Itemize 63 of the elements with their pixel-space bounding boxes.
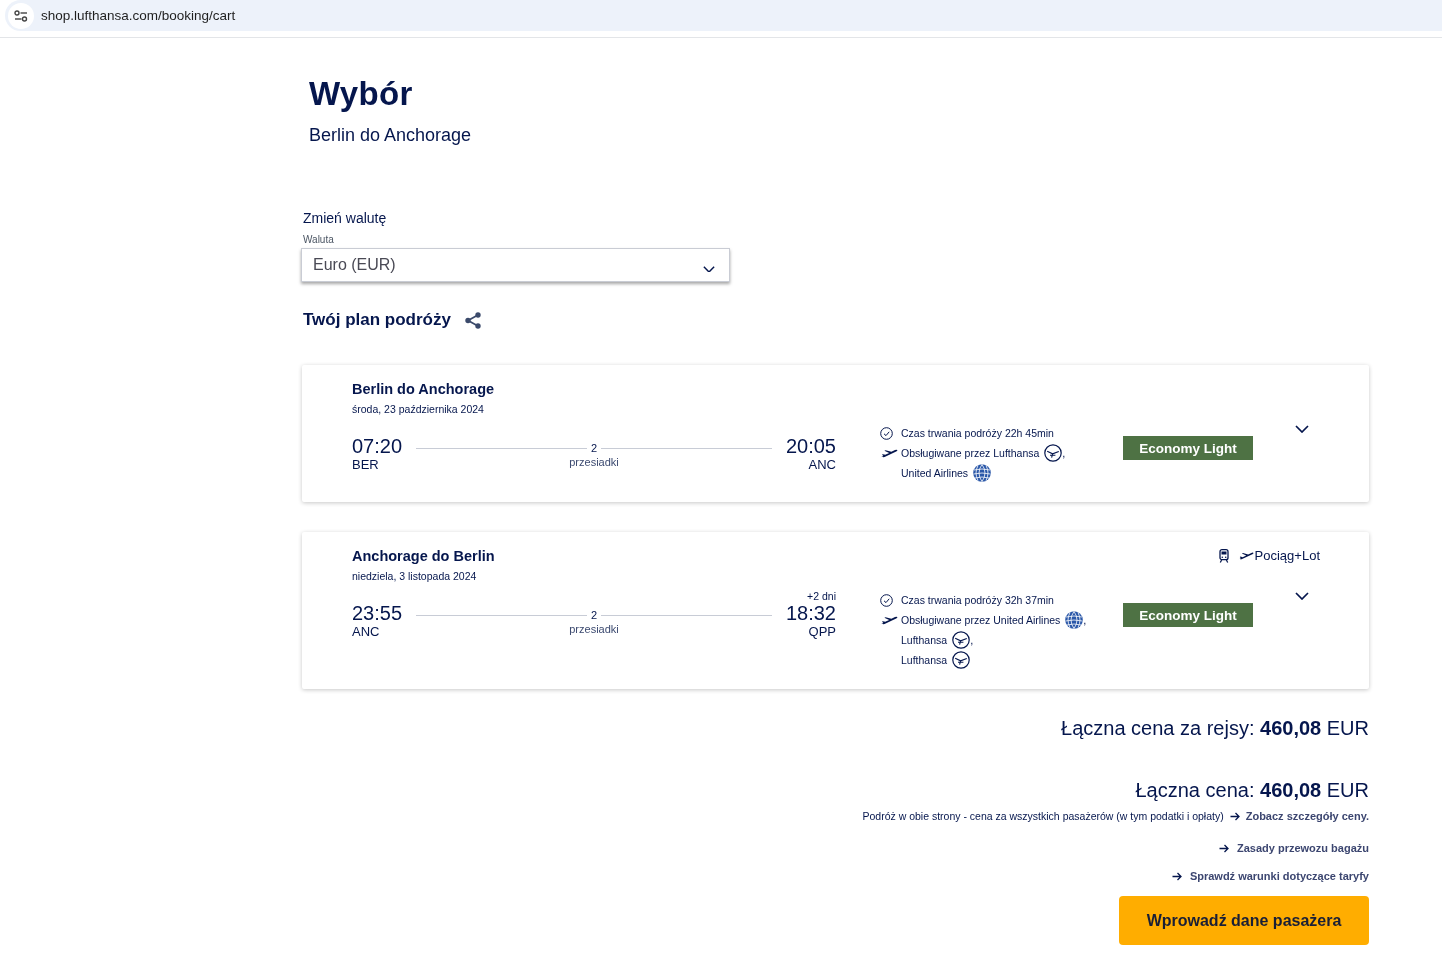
arrow-right-icon: [1218, 843, 1229, 853]
address-bar[interactable]: shop.lufthansa.com/booking/cart: [5, 0, 1442, 31]
route-subtitle: Berlin do Anchorage: [309, 124, 472, 146]
chevron-down-icon[interactable]: [1295, 592, 1309, 600]
train-icon: [1218, 549, 1229, 563]
currency-heading: Zmień walutę: [302, 210, 387, 226]
total-price-text: Łączna cena: 460,08 EUR: [1135, 778, 1369, 802]
chevron-down-icon: [703, 265, 715, 273]
duration-text: Czas trwania podróży 22h 45min: [901, 426, 1054, 440]
share-icon[interactable]: [464, 311, 481, 329]
price-details-link[interactable]: Zobacz szczegóły ceny.: [1245, 809, 1369, 823]
field-label: Waluta: [302, 234, 334, 246]
info-link[interactable]: Sprawdź warunki dotyczące taryfy: [1189, 869, 1369, 883]
operator-text: Obsługiwane przez United Airlines: [901, 613, 1061, 627]
airport-code: ANC: [352, 624, 380, 639]
sliders-icon[interactable]: [8, 2, 34, 29]
section-title: Twój plan podróży: [303, 309, 451, 331]
airplane-icon: [880, 448, 898, 458]
operator-text: Obsługiwane przez Lufthansa: [901, 446, 1040, 460]
globe-logo-icon: [1065, 611, 1084, 629]
bird-logo-icon: [1044, 444, 1063, 462]
airport-code: BER: [352, 457, 379, 472]
clock-icon: [880, 426, 893, 440]
departure-time: 23:55: [352, 602, 403, 624]
arrival-time: 18:32: [785, 602, 836, 624]
flight-title: Anchorage do Berlin: [352, 547, 495, 566]
fare-badge: Economy Light: [1123, 436, 1253, 460]
stops-label: przesiadki: [569, 455, 619, 469]
arrival-time: 20:05: [785, 435, 836, 457]
separator-text: ,: [1083, 613, 1087, 627]
page-title: Wybór: [309, 74, 413, 114]
operator-text: Lufthansa: [901, 653, 948, 667]
arrow-right-icon: [1229, 811, 1240, 821]
globe-logo-icon: [973, 464, 992, 482]
arrow-right-icon: [1171, 871, 1182, 881]
airport-code: ANC: [808, 457, 836, 472]
flight-title: Berlin do Anchorage: [352, 380, 495, 399]
airplane-icon: [880, 615, 898, 625]
clock-icon: [880, 593, 893, 607]
flights-price-text: Łączna cena za rejsy: 460,08 EUR: [1061, 716, 1369, 740]
operator-text: United Airlines: [901, 466, 969, 480]
flight-date: niedziela, 3 listopada 2024: [352, 569, 477, 583]
bird-logo-icon: [952, 651, 971, 669]
day-offset-text: +2 dni: [807, 590, 836, 602]
separator-text: ,: [970, 633, 974, 647]
bird-logo-icon: [952, 631, 971, 649]
continue-button[interactable]: Wprowadź dane pasażera: [1119, 896, 1369, 945]
currency-select[interactable]: Euro (EUR): [301, 248, 730, 282]
fare-badge: Economy Light: [1123, 603, 1253, 627]
chevron-down-icon[interactable]: [1295, 425, 1309, 433]
airplane-icon: [1237, 552, 1254, 560]
operator-text: Lufthansa: [901, 633, 948, 647]
price-note: Podróż w obie strony - cena za wszystkich pasażerów (w tym podatki i opłaty): [862, 809, 1224, 823]
flight-date: środa, 23 października 2024: [352, 402, 484, 416]
stops-count: 2: [589, 608, 599, 622]
info-link[interactable]: Zasady przewozu bagażu: [1236, 841, 1369, 855]
duration-text: Czas trwania podróży 32h 37min: [901, 593, 1054, 607]
stops-count: 2: [589, 441, 599, 455]
separator-text: ,: [1062, 446, 1066, 460]
trip-type-text: Pociąg+Lot: [1254, 547, 1320, 565]
airport-code: QPP: [808, 624, 836, 639]
departure-time: 07:20: [352, 435, 403, 457]
stops-label: przesiadki: [569, 622, 619, 636]
